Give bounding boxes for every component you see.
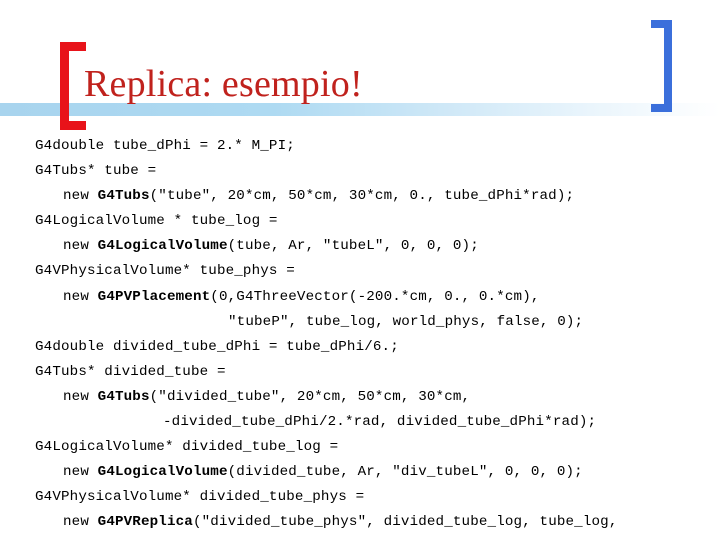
code-line: "tubeP", tube_log, world_phys, false, 0)… (35, 310, 715, 335)
code-text: (tube, Ar, "tubeL", 0, 0, 0); (227, 238, 479, 255)
code-text: G4VPhysicalVolume* divided_tube_phys = (35, 489, 365, 506)
left-bracket-icon (60, 42, 86, 130)
code-text: new (63, 238, 98, 255)
code-text: (0,G4ThreeVector(-200.*cm, 0., 0.*cm), (210, 288, 540, 305)
code-class-name: G4Tubs (97, 188, 150, 205)
code-line: G4Tubs* divided_tube = (35, 360, 715, 385)
page-title: Replica: esempio! (84, 63, 363, 105)
code-text: -divided_tube_dPhi/2.*rad, divided_tube_… (163, 414, 597, 431)
code-text: new (63, 188, 98, 205)
code-line: new G4LogicalVolume(tube, Ar, "tubeL", 0… (35, 234, 715, 259)
slide: Replica: esempio! G4double tube_dPhi = 2… (0, 0, 720, 540)
code-text: "tubeP", tube_log, world_phys, false, 0)… (228, 313, 584, 330)
code-line: G4double divided_tube_dPhi = tube_dPhi/6… (35, 335, 715, 360)
code-line: G4double tube_dPhi = 2.* M_PI; (35, 134, 715, 159)
code-text: ("divided_tube_phys", divided_tube_log, … (192, 514, 618, 531)
code-text: G4LogicalVolume* divided_tube_log = (35, 439, 339, 456)
code-text: ("divided_tube", 20*cm, 50*cm, 30*cm, (149, 388, 471, 405)
code-line: -divided_tube_dPhi/2.*rad, divided_tube_… (35, 410, 715, 435)
code-text: G4Tubs* divided_tube = (35, 363, 226, 380)
code-text: new (63, 464, 98, 481)
code-text: ("tube", 20*cm, 50*cm, 30*cm, 0., tube_d… (149, 188, 575, 205)
code-text: G4LogicalVolume * tube_log = (35, 213, 278, 230)
code-line: G4VPhysicalVolume* divided_tube_phys = (35, 485, 715, 510)
code-text: G4double tube_dPhi = 2.* M_PI; (35, 138, 295, 154)
code-block: G4double tube_dPhi = 2.* M_PI; G4Tubs* tu… (35, 134, 715, 540)
code-text: (divided_tube, Ar, "div_tubeL", 0, 0, 0)… (227, 464, 583, 481)
code-text: new (63, 514, 98, 531)
code-line: new G4PVReplica("divided_tube_phys", div… (35, 510, 715, 535)
code-text: new (63, 388, 98, 405)
right-bracket-icon (651, 20, 672, 112)
code-line: new G4Tubs("divided_tube", 20*cm, 50*cm,… (35, 385, 715, 410)
code-class-name: G4PVReplica (97, 514, 193, 531)
code-text: G4VPhysicalVolume* tube_phys = (35, 263, 295, 280)
code-line: new G4PVPlacement(0,G4ThreeVector(-200.*… (35, 285, 715, 310)
code-line: G4LogicalVolume * tube_log = (35, 209, 715, 234)
code-line: G4LogicalVolume* divided_tube_log = (35, 435, 715, 460)
code-text: new (63, 288, 98, 305)
code-class-name: G4LogicalVolume (97, 238, 228, 255)
code-class-name: G4Tubs (97, 388, 150, 405)
code-line: G4VPhysicalVolume* tube_phys = (35, 259, 715, 284)
code-class-name: G4PVPlacement (97, 288, 211, 305)
code-class-name: G4LogicalVolume (97, 464, 228, 481)
code-text: G4double divided_tube_dPhi = tube_dPhi/6… (35, 338, 399, 355)
code-line: new G4Tubs("tube", 20*cm, 50*cm, 30*cm, … (35, 184, 715, 209)
code-line: new G4LogicalVolume(divided_tube, Ar, "d… (35, 460, 715, 485)
code-line: G4Tubs* tube = (35, 159, 715, 184)
code-text: G4Tubs* tube = (35, 163, 157, 180)
code-line: kPhi, 6, divided_tube_dPhi); (35, 536, 715, 540)
